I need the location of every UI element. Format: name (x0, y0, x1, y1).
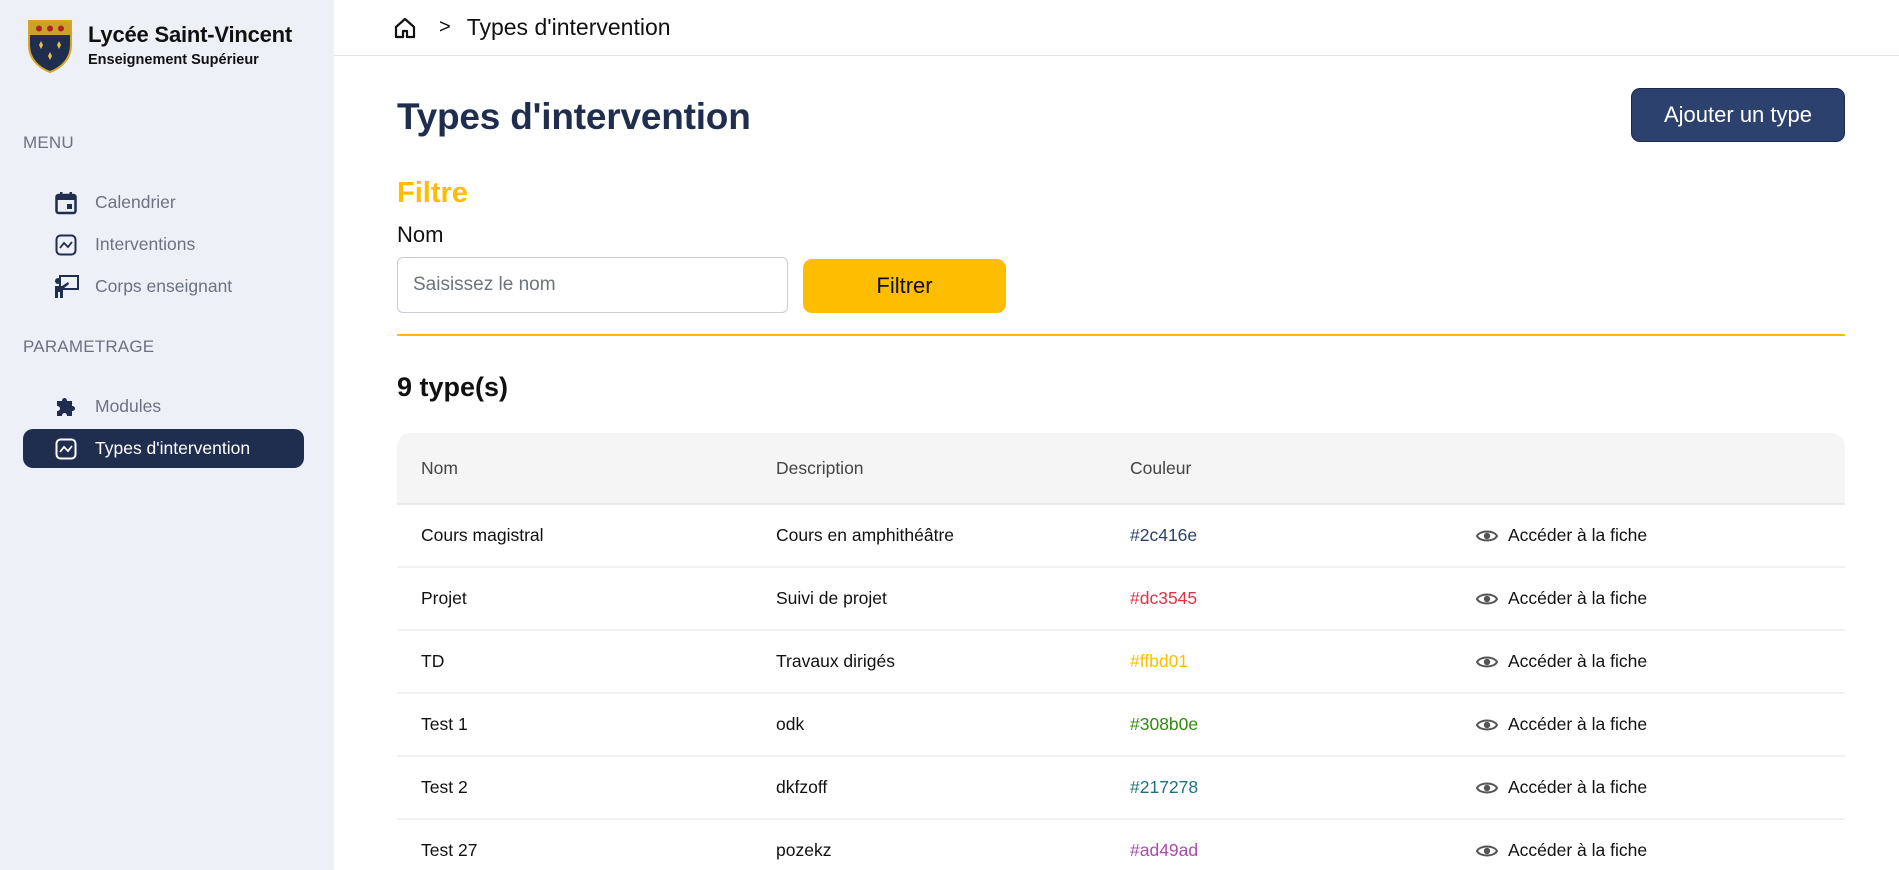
sidebar-item-types-intervention[interactable]: Types d'intervention (23, 429, 304, 468)
type-name-cell: Test 2 (421, 777, 468, 797)
sidebar-item-corps-enseignant[interactable]: Corps enseignant (23, 267, 304, 306)
eye-icon (1476, 845, 1498, 856)
result-count: 9 type(s) (397, 372, 509, 402)
type-description-cell: pozekz (776, 840, 832, 860)
type-description-cell: odk (776, 714, 805, 734)
type-color-cell: #ffbd01 (1130, 651, 1189, 671)
type-description-cell: Cours en amphithéâtre (776, 525, 955, 545)
breadcrumb: > Types d'intervention (334, 0, 1899, 56)
section-label-parametrage: PARAMETRAGE (23, 337, 155, 356)
view-details-link[interactable]: Accéder à la fiche (1476, 651, 1647, 672)
eye-icon (1476, 782, 1498, 793)
add-type-button[interactable]: Ajouter un type (1631, 88, 1845, 142)
sidebar-item-modules[interactable]: Modules (23, 387, 304, 426)
type-name-cell: Test 27 (421, 840, 478, 860)
column-header-couleur: Couleur (1130, 457, 1192, 478)
sidebar: Lycée Saint-Vincent Enseignement Supérie… (0, 0, 334, 870)
view-details-label: Accéder à la fiche (1508, 840, 1648, 860)
sidebar-item-interventions[interactable]: Interventions (23, 225, 304, 264)
view-details-label: Accéder à la fiche (1508, 777, 1648, 797)
school-crest-logo (28, 20, 72, 73)
view-details-link[interactable]: Accéder à la fiche (1476, 714, 1647, 735)
view-details-label: Accéder à la fiche (1508, 525, 1648, 545)
type-name-cell: Cours magistral (421, 525, 544, 545)
eye-icon (1476, 530, 1498, 541)
eye-icon (1476, 656, 1498, 667)
name-filter-input[interactable] (397, 257, 788, 313)
view-details-link[interactable]: Accéder à la fiche (1476, 588, 1647, 609)
view-details-label: Accéder à la fiche (1508, 651, 1648, 671)
column-header-description: Description (776, 457, 864, 478)
breadcrumb-current: Types d'intervention (466, 14, 671, 40)
puzzle-icon (53, 394, 79, 420)
breadcrumb-separator: > (439, 16, 451, 38)
sidebar-item-label: Calendrier (95, 192, 176, 212)
sidebar-item-label: Types d'intervention (95, 438, 251, 458)
type-name-cell: TD (421, 651, 445, 671)
brand-title: Lycée Saint-Vincent (88, 22, 293, 47)
sidebar-item-calendrier[interactable]: Calendrier (23, 183, 304, 222)
view-details-label: Accéder à la fiche (1508, 588, 1648, 608)
view-details-label: Accéder à la fiche (1508, 714, 1648, 734)
view-details-link[interactable]: Accéder à la fiche (1476, 840, 1647, 861)
table-header: Nom Description Couleur (397, 433, 1845, 505)
type-color-cell: #ad49ad (1130, 840, 1199, 860)
type-description-cell: Travaux dirigés (776, 651, 895, 671)
filter-button[interactable]: Filtrer (803, 259, 1006, 313)
sidebar-item-label: Modules (95, 396, 162, 416)
view-details-link[interactable]: Accéder à la fiche (1476, 777, 1647, 798)
eye-icon (1476, 593, 1498, 604)
type-color-cell: #308b0e (1130, 714, 1199, 734)
table-row: Cours magistral Cours en amphithéâtre #2c4… (397, 505, 1845, 568)
type-description-cell: Suivi de projet (776, 588, 887, 608)
table-row: TD Travaux dirigés #ffbd01 Accéder à la fic… (397, 631, 1845, 694)
type-color-cell: #217278 (1130, 777, 1199, 797)
filter-title: Filtre (397, 177, 468, 209)
type-color-cell: #dc3545 (1130, 588, 1198, 608)
section-label-menu: MENU (23, 133, 74, 152)
chart-line-icon (53, 436, 79, 462)
teacher-icon (53, 274, 79, 300)
calendar-icon (53, 190, 79, 216)
type-color-cell: #2c416e (1130, 525, 1198, 545)
eye-icon (1476, 719, 1498, 730)
type-name-cell: Test 1 (421, 714, 468, 734)
sidebar-item-label: Corps enseignant (95, 276, 233, 296)
table-row: Projet Suivi de projet #dc3545 Accéder à la… (397, 568, 1845, 631)
brand-subtitle: Enseignement Supérieur (88, 52, 259, 68)
page-title: Types d'intervention (397, 96, 751, 137)
table-body: Cours magistral Cours en amphithéâtre #2c4… (397, 505, 1845, 870)
table-row: Test 1 odk #308b0e Accéder à la fiche (397, 694, 1845, 757)
home-icon[interactable] (393, 15, 419, 41)
chart-line-icon (53, 232, 79, 258)
types-table: Nom Description Couleur Cours magistral C… (397, 433, 1845, 870)
brand: Lycée Saint-Vincent Enseignement Supérie… (27, 19, 292, 73)
type-description-cell: dkfzoff (776, 777, 828, 797)
filter-divider (397, 334, 1845, 336)
column-header-nom: Nom (421, 457, 458, 478)
table-row: Test 27 pozekz #ad49ad Accéder à la fiche (397, 820, 1845, 870)
type-name-cell: Projet (421, 588, 467, 608)
name-filter-label: Nom (397, 222, 444, 247)
table-row: Test 2 dkfzoff #217278 Accéder à la fiche (397, 757, 1845, 820)
sidebar-item-label: Interventions (95, 234, 196, 254)
view-details-link[interactable]: Accéder à la fiche (1476, 525, 1647, 546)
